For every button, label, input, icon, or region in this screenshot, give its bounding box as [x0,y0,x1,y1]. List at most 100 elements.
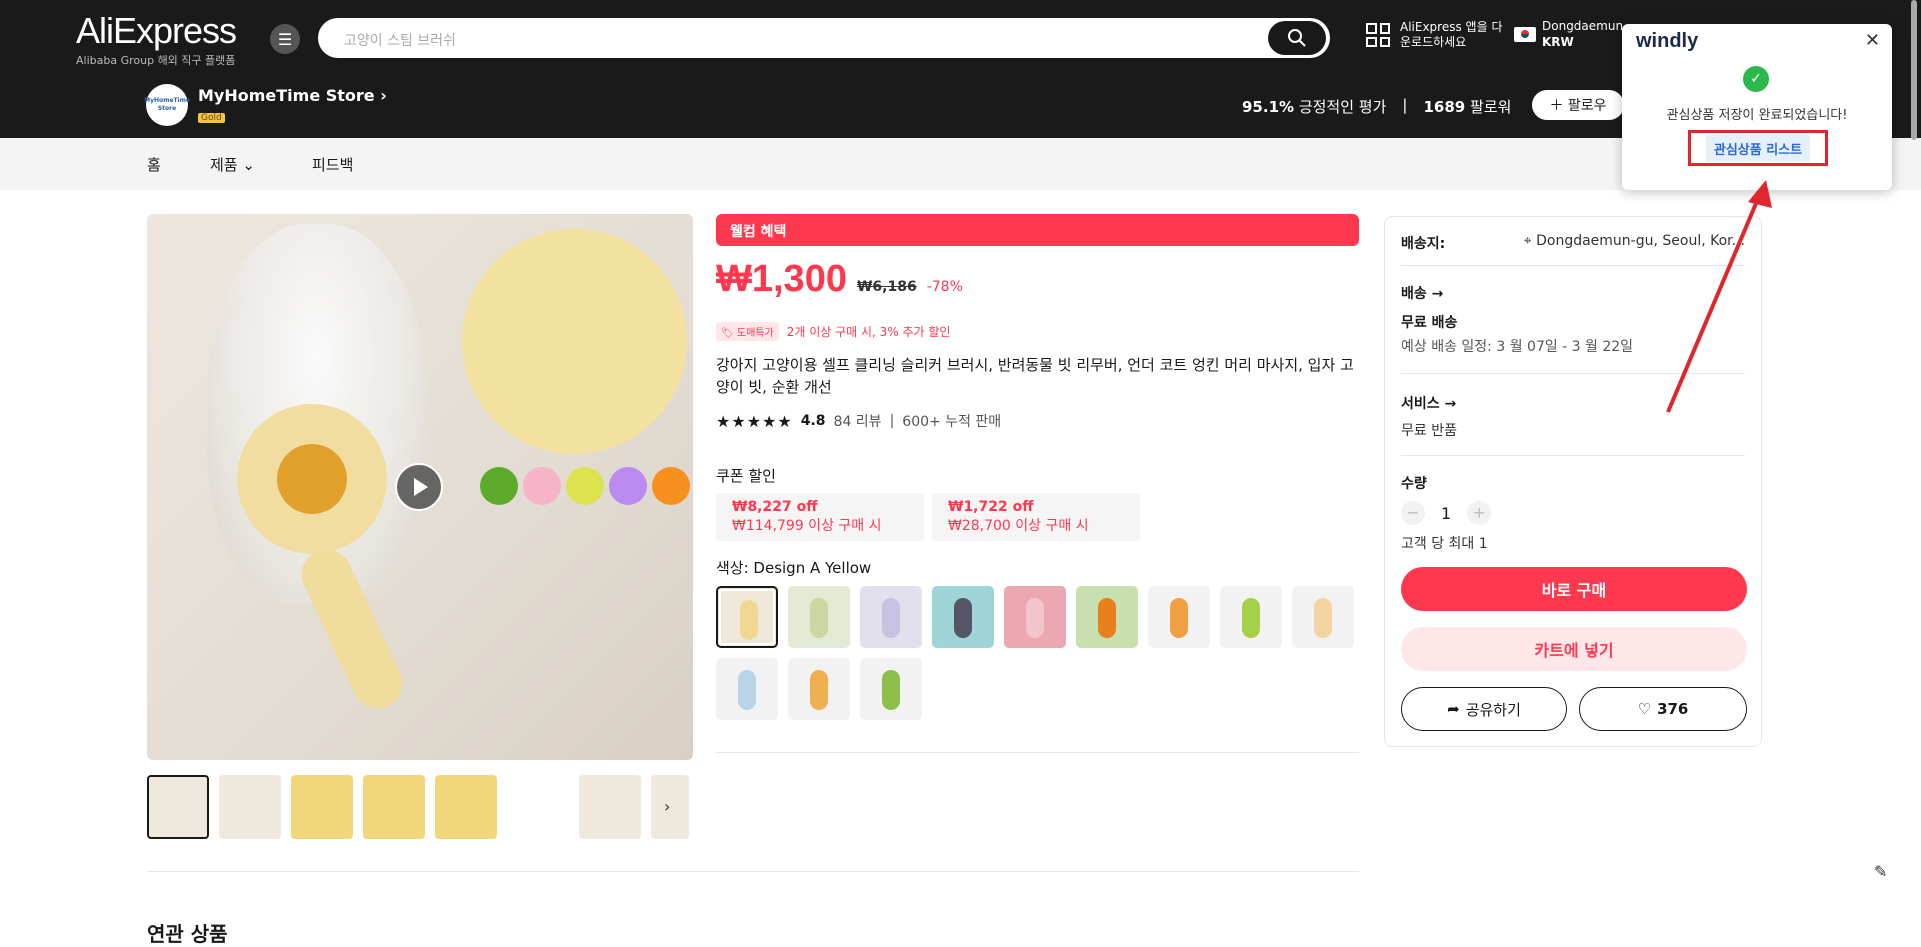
location-label[interactable]: Dongdaemun- [1542,18,1627,34]
tag-icon: 🏷 [721,328,734,339]
color-swatch[interactable] [1292,586,1354,648]
thumbnail[interactable] [507,775,569,839]
chevron-right-icon[interactable]: › [380,86,387,105]
play-video-icon[interactable] [395,463,443,511]
store-logo[interactable]: MyHomeTime Store [144,84,190,126]
location-pin-icon: ⌖ [1523,233,1532,249]
main-product-image[interactable] [147,214,693,760]
red-arrow-annotation [1666,180,1772,413]
quantity-stepper[interactable]: − 1 + [1401,501,1745,525]
thumbnail[interactable] [363,775,425,839]
color-swatch[interactable] [788,586,850,648]
stats-separator: | [1402,96,1408,114]
currency-label[interactable]: KRW [1542,34,1627,50]
coupon-list: ₩8,227 off ₩114,799 이상 구매 시 ₩1,722 off ₩… [716,493,1140,541]
store-name[interactable]: MyHomeTime Store [198,86,375,105]
review-count[interactable]: 84 리뷰 [834,411,882,431]
search-icon [1288,29,1306,47]
quantity-label: 수량 [1401,476,1427,492]
color-swatch[interactable] [860,658,922,720]
thumbnail[interactable] [291,775,353,839]
korea-flag-icon [1514,26,1536,42]
free-return: 무료 반품 [1401,423,1457,439]
color-swatch[interactable] [716,586,778,648]
qr-code-icon [1366,23,1390,47]
wholesale-text: 2개 이상 구매 시, 3% 추가 할인 [786,325,951,339]
divider [716,752,1359,753]
popup-message: 관심상품 저장이 완료되었습니다! [1666,108,1848,123]
app-download-label[interactable]: AliExpress 앱을 다운로드하세요 [1400,20,1504,50]
coupon-card[interactable]: ₩8,227 off ₩114,799 이상 구매 시 [716,493,924,541]
coupon-card[interactable]: ₩1,722 off ₩28,700 이상 구매 시 [932,493,1140,541]
quantity-value[interactable]: 1 [1441,504,1451,523]
color-swatch[interactable] [932,586,994,648]
nav-products-label[interactable]: 제품 [210,156,238,174]
windly-popup: windly ✕ ✓ 관심상품 저장이 완료되었습니다! 관심상품 리스트 [1622,24,1892,190]
rating-separator: | [889,413,895,429]
wishlist-list-button[interactable]: 관심상품 리스트 [1688,130,1828,166]
related-products-heading: 연관 상품 [147,922,228,946]
scrollbar[interactable] [1911,0,1917,140]
star-rating-icon: ★★★★★ [716,411,793,431]
store-info[interactable]: MyHomeTime Store MyHomeTime Store › Gold [144,84,387,126]
search-button[interactable] [1268,21,1326,55]
nav-feedback[interactable]: 피드백 [312,154,353,175]
minus-icon[interactable]: − [1401,501,1425,525]
color-swatch[interactable] [860,586,922,648]
color-swatch[interactable] [716,658,778,720]
chevron-down-icon[interactable]: ⌄ [242,156,255,174]
wishlist-button[interactable]: ♡ 376 [1579,687,1747,731]
coupon-condition: ₩114,799 이상 구매 시 [732,518,882,534]
search-bar[interactable]: 고양이 스팀 브러쉬 [318,18,1330,58]
rating-row: ★★★★★ 4.8 84 리뷰 | 600+ 누적 판매 [716,411,1001,431]
follower-label: 팔로워 [1470,98,1512,116]
gold-badge: Gold [198,113,225,123]
wholesale-offer: 🏷 도매특가 2개 이상 구매 시, 3% 추가 할인 [716,322,950,341]
add-to-cart-button[interactable]: 카트에 넣기 [1401,627,1747,671]
share-icon: ➦ [1447,700,1460,718]
thumbnail[interactable] [219,775,281,839]
buy-now-button[interactable]: 바로 구매 [1401,567,1747,611]
nav-home[interactable]: 홈 [147,154,161,175]
aliexpress-logo[interactable]: AliExpress Alibaba Group 해외 직구 플랫폼 [76,12,237,68]
positive-rate: 95.1% [1242,98,1295,116]
color-swatch[interactable] [1148,586,1210,648]
rating-value: 4.8 [800,413,826,429]
positive-label: 긍정적인 평가 [1298,98,1387,116]
search-input[interactable]: 고양이 스팀 브러쉬 [344,30,456,50]
locale-selector[interactable]: Dongdaemun- KRW [1514,18,1627,50]
plus-icon[interactable]: + [1467,501,1492,525]
divider [1401,455,1745,456]
color-swatch[interactable] [788,658,850,720]
thumbnail[interactable] [435,775,497,839]
thumbnail[interactable] [147,775,209,839]
follow-label[interactable]: 팔로우 [1568,95,1607,115]
follower-count: 1689 [1423,98,1466,116]
color-swatch[interactable] [1220,586,1282,648]
wholesale-tag: 🏷 도매특가 [716,322,779,341]
thumbnail[interactable] [579,775,641,839]
share-label[interactable]: 공유하기 [1466,699,1521,720]
price-block: ₩1,300 ₩6,186 -78% [716,258,963,301]
like-count[interactable]: 376 [1657,700,1688,718]
nav-products[interactable]: 제품 ⌄ [210,154,255,175]
store-stats: 95.1% 긍정적인 평가 | 1689 팔로워 [1242,96,1511,117]
product-title: 강아지 고양이용 셀프 클리닝 슬리커 브러시, 반려동물 빗 리무버, 언더 … [716,356,1354,396]
close-icon[interactable]: ✕ [1865,30,1880,51]
color-label: 색상: Design A Yellow [716,559,872,577]
max-per-customer: 고객 당 최대 1 [1401,536,1488,552]
share-button[interactable]: ➦ 공유하기 [1401,687,1567,731]
app-download[interactable]: AliExpress 앱을 다운로드하세요 [1366,20,1504,50]
wishlist-list-label[interactable]: 관심상품 리스트 [1705,134,1811,162]
color-swatches [716,586,1366,720]
coupon-off: ₩1,722 off [948,499,1034,515]
original-price: ₩6,186 [856,279,917,295]
logo-text[interactable]: AliExpress [76,12,237,50]
color-swatch[interactable] [1076,586,1138,648]
follow-button[interactable]: ＋ 팔로우 [1532,90,1624,120]
brush-head-image [237,404,387,554]
color-swatch[interactable] [1004,586,1066,648]
edit-icon[interactable]: ✎ [1874,862,1887,881]
menu-icon[interactable]: ☰ [270,24,300,54]
chevron-right-icon[interactable]: › [664,797,670,816]
